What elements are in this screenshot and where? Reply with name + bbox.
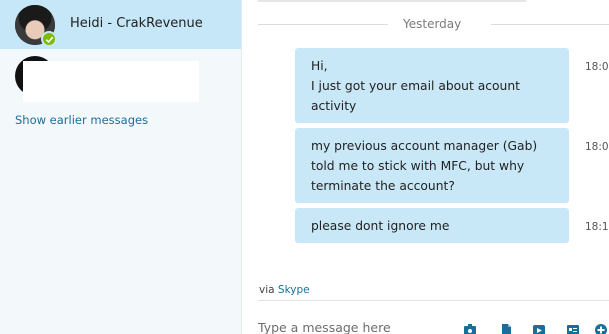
previous-message-edge	[258, 0, 526, 2]
message-bubble[interactable]: my previous account manager (Gab) told m…	[295, 128, 569, 203]
day-separator-label: Yesterday	[403, 17, 462, 31]
conversation-pane: Yesterday Hi, I just got your email abou…	[242, 0, 609, 334]
contact-item-redacted[interactable]	[0, 51, 241, 107]
contact-card-icon[interactable]	[463, 322, 477, 334]
sidebar: Heidi - CrakRevenue Show earlier message…	[0, 0, 241, 334]
message-line: please dont ignore me	[311, 219, 450, 233]
video-message-icon[interactable]	[532, 322, 546, 334]
online-status-icon	[41, 31, 57, 47]
contacts-icon[interactable]	[566, 322, 580, 334]
message-line: told me to stick with MFC, but why	[311, 159, 525, 173]
skype-link[interactable]: Skype	[278, 284, 310, 296]
day-separator: Yesterday	[258, 16, 609, 34]
compose-divider	[258, 300, 609, 301]
file-icon[interactable]	[499, 322, 513, 334]
message-timestamp: 18:05	[585, 141, 609, 153]
contact-item-heidi[interactable]: Heidi - CrakRevenue	[0, 0, 241, 49]
via-label: via Skype	[259, 284, 310, 296]
more-icon[interactable]	[594, 322, 608, 334]
message-line: my previous account manager (Gab)	[311, 139, 538, 153]
message-input[interactable]	[258, 318, 448, 334]
via-prefix: via	[259, 284, 275, 296]
message-bubble[interactable]: Hi, I just got your email about acount a…	[295, 48, 569, 123]
message-line: Hi,	[311, 59, 328, 73]
redacted-block	[23, 61, 199, 102]
message-timestamp: 18:04	[585, 61, 609, 73]
message-bubble[interactable]: please dont ignore me	[295, 208, 569, 243]
show-earlier-messages-link[interactable]: Show earlier messages	[15, 113, 148, 127]
message-line: I just got your email about acount	[311, 79, 520, 93]
contact-name: Heidi - CrakRevenue	[70, 16, 203, 31]
message-line: terminate the account?	[311, 179, 455, 193]
message-timestamp: 18:15	[585, 221, 609, 233]
message-line: activity	[311, 99, 357, 113]
